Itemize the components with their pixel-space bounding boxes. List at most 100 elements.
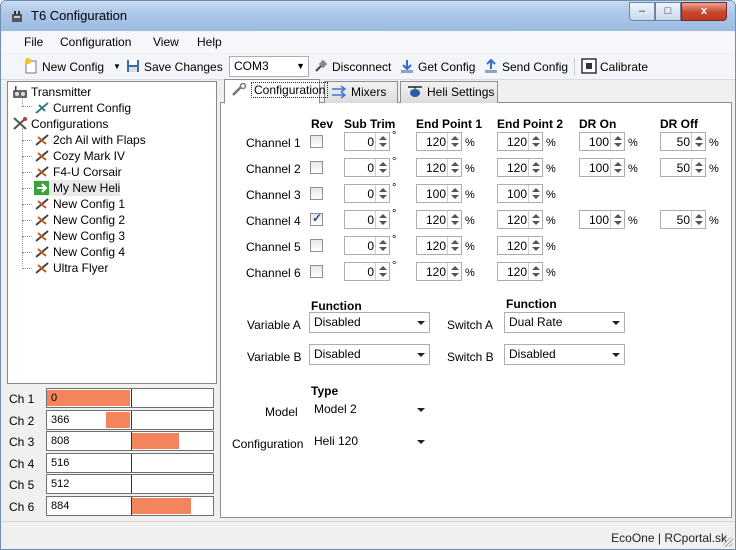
tree-node-config[interactable]: F4-U Corsair bbox=[34, 164, 122, 180]
dr-on-spinner[interactable]: 100 bbox=[579, 132, 625, 151]
send-config-button[interactable]: Send Config bbox=[483, 58, 568, 76]
new-config-button[interactable]: New Config bbox=[23, 58, 104, 76]
tree-node-configurations[interactable]: Configurations bbox=[12, 116, 108, 132]
spin-buttons[interactable] bbox=[447, 263, 461, 280]
switch-a-select[interactable]: Dual Rate bbox=[504, 312, 625, 333]
spin-buttons[interactable] bbox=[375, 185, 389, 202]
tree-config-label: Ultra Flyer bbox=[53, 261, 109, 275]
spin-buttons[interactable] bbox=[447, 159, 461, 176]
variable-a-select[interactable]: Disabled bbox=[309, 312, 430, 333]
channel-level-bar: 0 bbox=[46, 388, 214, 408]
model-select[interactable]: Model 2 bbox=[309, 399, 430, 420]
maximize-button[interactable]: □ bbox=[655, 2, 681, 21]
tree-node-config[interactable]: Ultra Flyer bbox=[34, 260, 108, 276]
spin-buttons[interactable] bbox=[528, 237, 542, 254]
sub-trim-spinner[interactable]: 0 bbox=[344, 158, 390, 177]
tab-configuration[interactable]: Configuration bbox=[224, 79, 329, 104]
configuration-select[interactable]: Heli 120 bbox=[309, 431, 430, 452]
dr-on-header: DR On bbox=[579, 117, 617, 131]
dr-off-spinner[interactable]: 50 bbox=[660, 158, 706, 177]
close-button[interactable]: x bbox=[681, 2, 727, 21]
end-point-2-spinner[interactable]: 120 bbox=[497, 132, 543, 151]
end-point-1-spinner[interactable]: 120 bbox=[416, 262, 462, 281]
menu-view[interactable]: View bbox=[153, 35, 179, 49]
tree-node-config[interactable]: Cozy Mark IV bbox=[34, 148, 125, 164]
new-config-dropdown-arrow[interactable]: ▼ bbox=[113, 58, 121, 76]
spin-buttons[interactable] bbox=[528, 133, 542, 150]
port-select[interactable]: COM3 ▼ bbox=[229, 56, 309, 77]
menu-help[interactable]: Help bbox=[197, 35, 222, 49]
dr-on-spinner[interactable]: 100 bbox=[579, 158, 625, 177]
sub-trim-spinner[interactable]: 0 bbox=[344, 132, 390, 151]
spin-buttons[interactable] bbox=[610, 211, 624, 228]
get-config-button[interactable]: Get Config bbox=[399, 58, 475, 76]
sub-trim-spinner[interactable]: 0 bbox=[344, 184, 390, 203]
minimize-button[interactable]: – bbox=[629, 2, 655, 21]
end-point-2-spinner[interactable]: 120 bbox=[497, 262, 543, 281]
spin-buttons[interactable] bbox=[375, 159, 389, 176]
spin-buttons[interactable] bbox=[375, 237, 389, 254]
menu-configuration[interactable]: Configuration bbox=[60, 35, 131, 49]
spin-buttons[interactable] bbox=[528, 185, 542, 202]
variable-b-select[interactable]: Disabled bbox=[309, 344, 430, 365]
dr-off-spinner[interactable]: 50 bbox=[660, 210, 706, 229]
spin-up-icon bbox=[451, 162, 459, 166]
end-point-2-spinner[interactable]: 100 bbox=[497, 184, 543, 203]
reverse-checkbox[interactable] bbox=[310, 161, 323, 174]
spin-buttons[interactable] bbox=[447, 185, 461, 202]
save-changes-button[interactable]: Save Changes bbox=[125, 58, 223, 76]
end-point-1-spinner[interactable]: 120 bbox=[416, 132, 462, 151]
calibrate-button[interactable]: Calibrate bbox=[581, 58, 648, 76]
dr-on-spinner[interactable]: 100 bbox=[579, 210, 625, 229]
spin-buttons[interactable] bbox=[447, 133, 461, 150]
reverse-checkbox[interactable] bbox=[310, 187, 323, 200]
spin-buttons[interactable] bbox=[528, 159, 542, 176]
tree-node-config[interactable]: New Config 1 bbox=[34, 196, 125, 212]
channel-monitor-row: Ch 3 808 bbox=[7, 431, 215, 452]
spin-up-icon bbox=[379, 136, 387, 140]
tree-node-config[interactable]: 2ch Ail with Flaps bbox=[34, 132, 146, 148]
spin-buttons[interactable] bbox=[528, 263, 542, 280]
sub-trim-spinner[interactable]: 0 bbox=[344, 210, 390, 229]
spin-buttons[interactable] bbox=[610, 159, 624, 176]
tree-node-current-config[interactable]: Current Config bbox=[34, 100, 131, 116]
spin-buttons[interactable] bbox=[528, 211, 542, 228]
spin-buttons[interactable] bbox=[691, 133, 705, 150]
spin-buttons[interactable] bbox=[691, 159, 705, 176]
tab-heli-settings[interactable]: Heli Settings bbox=[400, 81, 498, 103]
channel-monitor-row: Ch 5 512 bbox=[7, 474, 215, 495]
tree-node-config[interactable]: New Config 2 bbox=[34, 212, 125, 228]
tree-node-config[interactable]: New Config 3 bbox=[34, 228, 125, 244]
resize-grip[interactable] bbox=[723, 537, 733, 547]
dr-off-spinner[interactable]: 50 bbox=[660, 132, 706, 151]
reverse-checkbox[interactable] bbox=[310, 211, 323, 226]
end-point-2-spinner[interactable]: 120 bbox=[497, 210, 543, 229]
end-point-1-spinner[interactable]: 120 bbox=[416, 158, 462, 177]
disconnect-button[interactable]: Disconnect bbox=[313, 58, 391, 76]
reverse-checkbox[interactable] bbox=[310, 135, 323, 148]
spin-buttons[interactable] bbox=[447, 237, 461, 254]
sub-trim-spinner[interactable]: 0 bbox=[344, 262, 390, 281]
tree-config-label: 2ch Ail with Flaps bbox=[53, 133, 146, 147]
spin-buttons[interactable] bbox=[691, 211, 705, 228]
end-point-2-header: End Point 2 bbox=[497, 117, 563, 131]
spin-buttons[interactable] bbox=[375, 133, 389, 150]
tree-node-config[interactable]: New Config 4 bbox=[34, 244, 125, 260]
end-point-1-spinner[interactable]: 120 bbox=[416, 236, 462, 255]
spin-buttons[interactable] bbox=[375, 263, 389, 280]
end-point-1-spinner[interactable]: 120 bbox=[416, 210, 462, 229]
menu-file[interactable]: File bbox=[24, 35, 43, 49]
sub-trim-spinner[interactable]: 0 bbox=[344, 236, 390, 255]
reverse-checkbox[interactable] bbox=[310, 239, 323, 252]
end-point-2-spinner[interactable]: 120 bbox=[497, 158, 543, 177]
tree-node-config[interactable]: My New Heli bbox=[34, 180, 121, 196]
spin-buttons[interactable] bbox=[610, 133, 624, 150]
spin-buttons[interactable] bbox=[447, 211, 461, 228]
tree-node-transmitter[interactable]: Transmitter bbox=[12, 84, 91, 100]
spin-buttons[interactable] bbox=[375, 211, 389, 228]
end-point-1-spinner[interactable]: 100 bbox=[416, 184, 462, 203]
tab-mixers[interactable]: Mixers bbox=[324, 81, 398, 103]
switch-b-select[interactable]: Disabled bbox=[504, 344, 625, 365]
reverse-checkbox[interactable] bbox=[310, 265, 323, 278]
end-point-2-spinner[interactable]: 120 bbox=[497, 236, 543, 255]
